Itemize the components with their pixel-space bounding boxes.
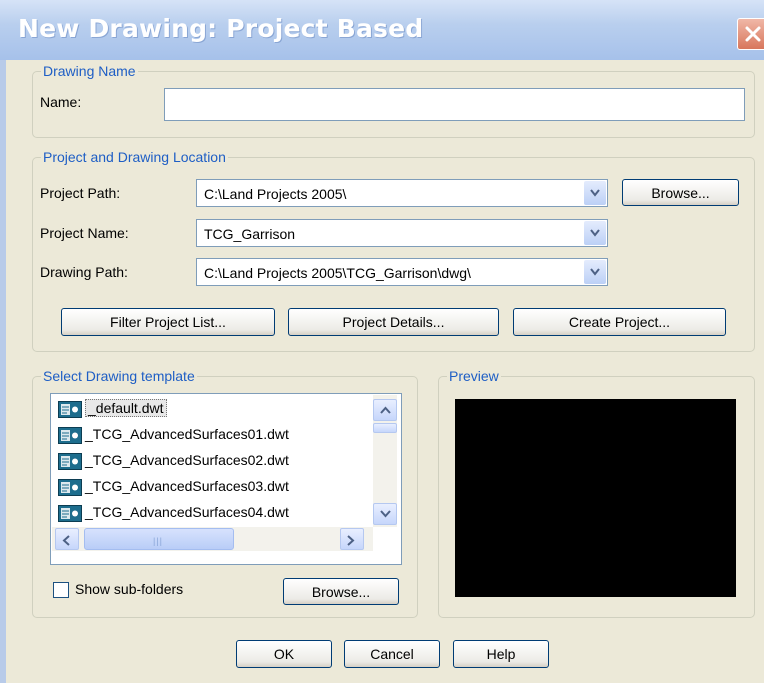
drawing-path-dropdown-button[interactable]: [584, 260, 606, 284]
drawing-path-value: C:\Land Projects 2005\TCG_Garrison\dwg\: [204, 265, 471, 281]
show-subfolders-checkbox[interactable]: [53, 582, 69, 598]
chevron-down-icon: [590, 229, 600, 237]
project-name-dropdown-button[interactable]: [584, 221, 606, 245]
help-button[interactable]: Help: [453, 640, 549, 668]
scroll-up-button[interactable]: [373, 399, 397, 421]
title-bar[interactable]: New Drawing: Project Based: [0, 0, 764, 60]
preview-canvas: [455, 399, 736, 597]
project-path-browse-button[interactable]: Browse...: [622, 179, 739, 206]
filter-project-list-button[interactable]: Filter Project List...: [61, 308, 275, 336]
chevron-right-icon: [347, 535, 355, 546]
template-list-horizontal-scrollbar[interactable]: |||: [52, 527, 373, 551]
drawing-name-legend: Drawing Name: [43, 63, 136, 79]
template-browse-button[interactable]: Browse...: [283, 578, 399, 605]
template-file-icon: [58, 505, 82, 522]
cancel-button[interactable]: Cancel: [344, 640, 440, 668]
template-file-icon: [58, 479, 82, 496]
scroll-down-button[interactable]: [373, 503, 397, 525]
project-name-value: TCG_Garrison: [204, 226, 296, 242]
show-subfolders-label: Show sub-folders: [75, 581, 184, 597]
chevron-down-icon: [590, 268, 600, 276]
template-list[interactable]: _default.dwt _TCG_AdvancedSurfaces01.dwt…: [50, 393, 402, 565]
name-input[interactable]: [164, 88, 745, 121]
scroll-thumb[interactable]: [373, 423, 397, 433]
drawing-path-select[interactable]: C:\Land Projects 2005\TCG_Garrison\dwg\: [196, 258, 608, 286]
project-path-select[interactable]: C:\Land Projects 2005\: [196, 179, 608, 207]
template-file-icon: [58, 453, 82, 470]
project-path-dropdown-button[interactable]: [584, 181, 606, 205]
chevron-up-icon: [380, 406, 391, 414]
window-title: New Drawing: Project Based: [18, 14, 424, 43]
template-list-vertical-scrollbar[interactable]: [373, 395, 397, 527]
chevron-down-icon: [380, 510, 391, 518]
template-legend: Select Drawing template: [43, 368, 195, 384]
new-drawing-dialog: New Drawing: Project Based Drawing Name …: [0, 0, 764, 683]
close-icon: [745, 26, 761, 42]
window-frame-edge: [0, 60, 6, 683]
location-legend: Project and Drawing Location: [43, 149, 226, 165]
create-project-button[interactable]: Create Project...: [513, 308, 726, 336]
preview-legend: Preview: [449, 368, 499, 384]
chevron-down-icon: [590, 189, 600, 197]
ok-button[interactable]: OK: [236, 640, 332, 668]
project-details-button[interactable]: Project Details...: [288, 308, 499, 336]
project-path-value: C:\Land Projects 2005\: [204, 186, 347, 202]
horizontal-scroll-thumb[interactable]: |||: [84, 528, 234, 550]
project-path-label: Project Path:: [40, 185, 121, 201]
close-button[interactable]: [737, 18, 764, 50]
chevron-left-icon: [62, 535, 70, 546]
project-name-label: Project Name:: [40, 225, 129, 241]
template-item-label: _default.dwt: [85, 399, 167, 417]
template-item-label: _TCG_AdvancedSurfaces01.dwt: [85, 426, 289, 442]
template-item-label: _TCG_AdvancedSurfaces02.dwt: [85, 452, 289, 468]
name-label: Name:: [40, 94, 82, 110]
template-file-icon: [58, 401, 82, 418]
project-name-select[interactable]: TCG_Garrison: [196, 219, 608, 247]
scroll-left-button[interactable]: [55, 528, 79, 550]
scroll-right-button[interactable]: [340, 528, 364, 550]
template-item-label: _TCG_AdvancedSurfaces03.dwt: [85, 478, 289, 494]
template-file-icon: [58, 427, 82, 444]
template-item-label: _TCG_AdvancedSurfaces04.dwt: [85, 504, 289, 520]
drawing-path-label: Drawing Path:: [40, 264, 128, 280]
